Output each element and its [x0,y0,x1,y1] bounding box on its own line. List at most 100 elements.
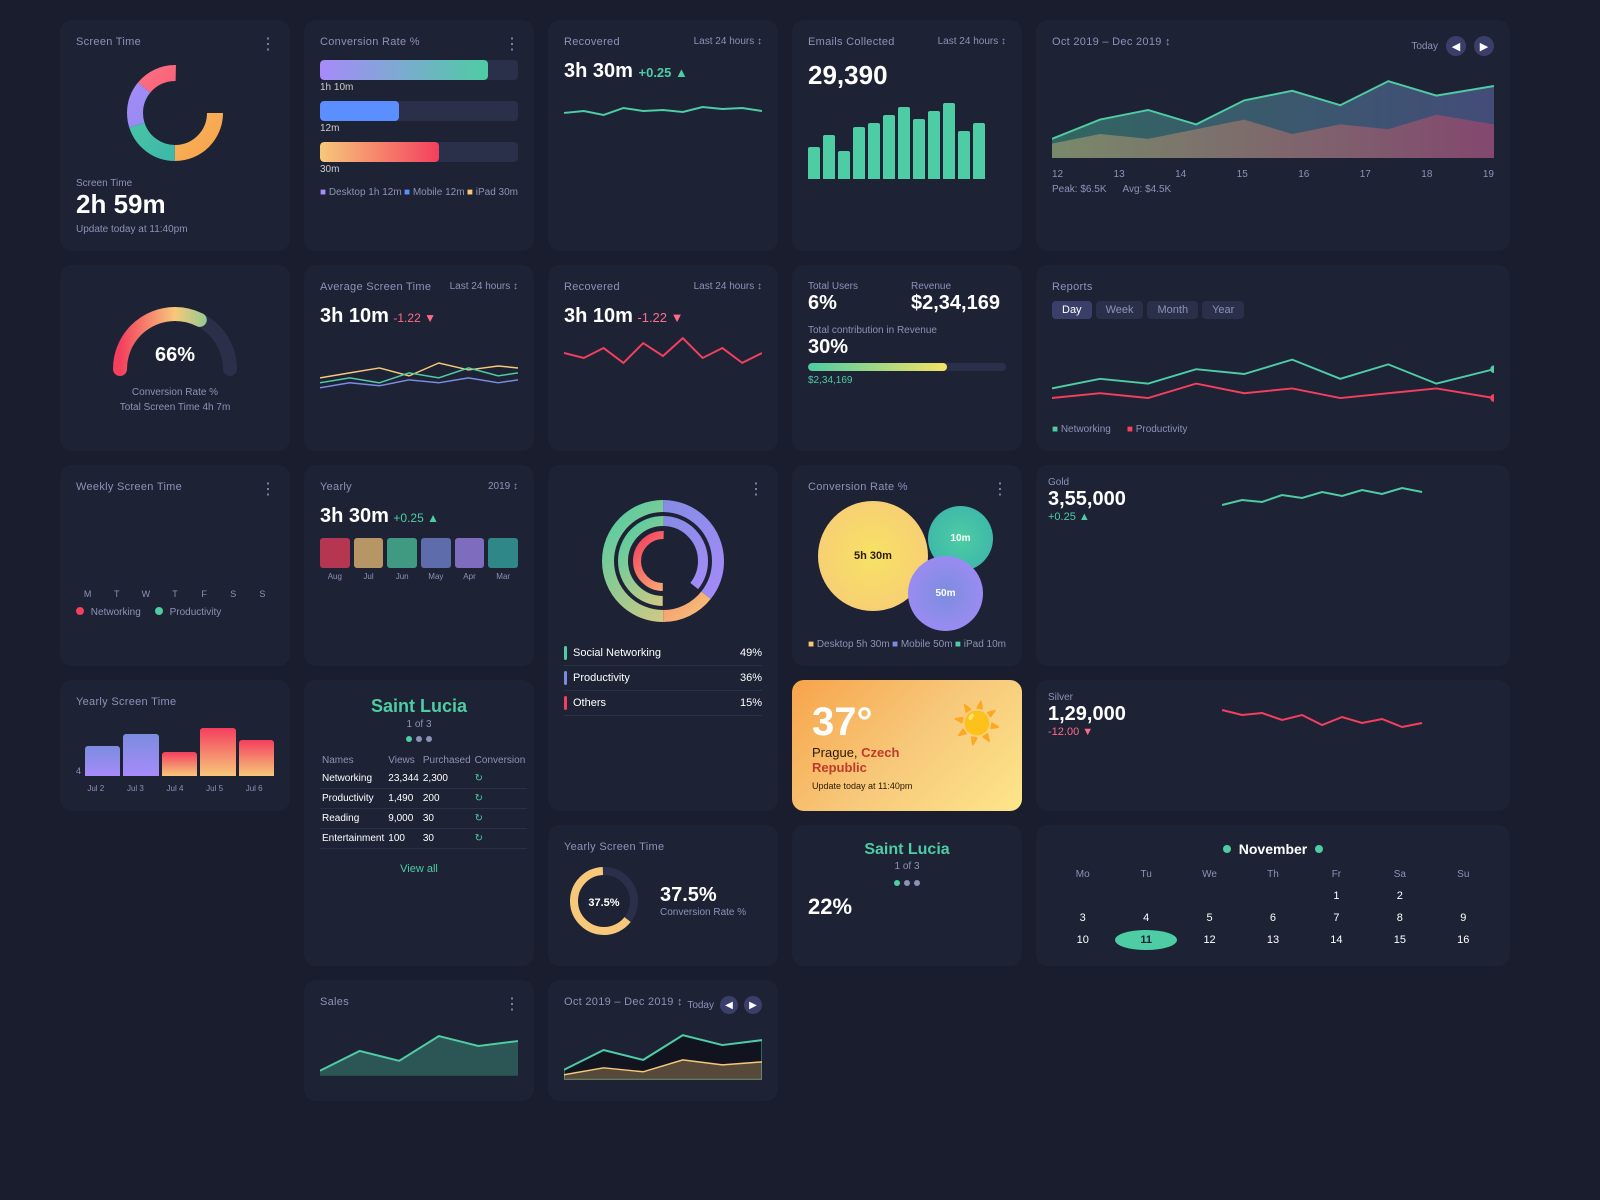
weekly-legend-productivity: Productivity [155,607,221,618]
cal-day-7[interactable]: 7 [1306,908,1367,928]
category-social: Social Networking 49% [564,641,762,666]
cal-empty-5 [1433,886,1494,906]
oct-dec-avg: Avg: $4.5K [1122,184,1171,195]
recovered-2-change: -1.22 ▼ [637,310,683,325]
cal-day-15[interactable]: 15 [1369,930,1430,950]
cal-day-11-today[interactable]: 11 [1115,930,1176,950]
cal-day-5[interactable]: 5 [1179,908,1240,928]
cal-day-13[interactable]: 13 [1242,930,1303,950]
users-revenue-grid: Total Users 6% Revenue $2,34,169 [808,281,1006,315]
yearly-screen-bottom-label: Conversion Rate % [660,907,746,918]
view-all-link[interactable]: View all [400,863,438,875]
productivity-dot: ■ [1127,424,1133,435]
oct-dec-label-19: 19 [1483,169,1494,180]
day-f: F [193,589,216,599]
cal-day-16[interactable]: 16 [1433,930,1494,950]
recovered-1-title: Recovered [564,36,620,48]
silver-sparkline [1146,695,1498,735]
yearly-big-value: 3h 30m [320,505,389,527]
legend-mobile: ■ Mobile 12m [404,187,465,198]
bar-row-2: 12m [320,101,518,134]
bar-track-2 [320,101,518,121]
month-mar: Mar [488,572,518,581]
cal-day-14[interactable]: 14 [1306,930,1367,950]
month-bar-jul [354,538,384,568]
gold-info: Gold 3,55,000 +0.25 ▲ [1048,477,1126,523]
bar-fill-1 [320,60,488,80]
gold-sparkline [1146,480,1498,520]
bubble-menu[interactable]: ⋮ [992,479,1008,499]
conversion-bar-menu[interactable]: ⋮ [504,34,520,54]
yearly-screen-bottom-info: 37.5% Conversion Rate % [660,884,746,918]
cal-day-6[interactable]: 6 [1242,908,1303,928]
cal-day-1[interactable]: 1 [1306,886,1367,906]
sl-networking-icon: ↻ [473,769,528,789]
weekly-menu[interactable]: ⋮ [260,479,276,499]
day-m: M [76,589,99,599]
cal-day-4[interactable]: 4 [1115,908,1176,928]
sl-bottom-dot-2 [904,880,910,886]
screen-time-menu[interactable]: ⋮ [260,34,276,54]
reports-tab-year[interactable]: Year [1202,301,1244,319]
oct-dec-bottom-header: Oct 2019 – Dec 2019 ↕ Today ◀ ▶ [564,996,762,1016]
cal-day-10[interactable]: 10 [1052,930,1113,950]
sales-title: Sales [320,996,518,1008]
emails-last24: Last 24 hours ↕ [938,36,1006,47]
weather-content: 37° Prague, Czech Republic Update today … [812,700,1002,791]
yearly-bar-1 [85,746,120,776]
saint-lucia-dots [320,736,518,742]
reports-legend: ■ Networking ■ Productivity [1052,424,1494,435]
oct-dec-label-13: 13 [1114,169,1125,180]
reports-tab-week[interactable]: Week [1096,301,1144,319]
yearly-axis-top: 4 [76,766,81,776]
donut-big-menu[interactable]: ⋮ [748,479,764,499]
oct-dec-bottom-next[interactable]: ▶ [744,996,762,1014]
cal-day-3[interactable]: 3 [1052,908,1113,928]
social-percent: 49% [740,647,762,659]
cal-header-sa: Sa [1369,865,1430,884]
reports-tab-day[interactable]: Day [1052,301,1092,319]
silver-label: Silver [1048,692,1126,703]
sl-row-entertainment: Entertainment 100 30 ↻ [320,829,527,849]
cal-day-9[interactable]: 9 [1433,908,1494,928]
bubble-mobile-dot: ■ [892,639,898,650]
oct-dec-next[interactable]: ▶ [1474,36,1494,56]
weather-city: Prague, Czech Republic [812,745,952,775]
email-bar-1 [808,147,820,179]
saint-lucia-title: Saint Lucia [320,696,518,717]
sl-row-networking: Networking 23,344 2,300 ↻ [320,769,527,789]
screen-time-card: Screen Time ⋮ [60,20,290,251]
cal-day-2[interactable]: 2 [1369,886,1430,906]
reports-networking-legend: ■ Networking [1052,424,1111,435]
sl-reading-views: 9,000 [386,809,421,829]
others-bar [564,696,567,710]
sl-reading-icon: ↻ [473,809,528,829]
cal-day-8[interactable]: 8 [1369,908,1430,928]
bubble-mobile: 50m [908,556,983,631]
reports-tabs: Day Week Month Year [1052,301,1494,319]
cal-day-12[interactable]: 12 [1179,930,1240,950]
revenue-value: $2,34,169 [911,292,1006,315]
bar-fill-2 [320,101,399,121]
calendar-card: November Mo Tu We Th Fr Sa Su 1 2 3 4 5 … [1036,825,1510,966]
oct-dec-prev[interactable]: ◀ [1446,36,1466,56]
view-all-container: View all [320,859,518,877]
yearly-bar-5 [239,740,274,776]
reports-tab-month[interactable]: Month [1147,301,1198,319]
email-bar-5 [868,123,880,179]
bar-label-3: 30m [320,164,518,175]
sl-ent-icon: ↻ [473,829,528,849]
silver-card: Silver 1,29,000 -12.00 ▼ [1036,680,1510,811]
screen-time-label: Screen Time [76,178,274,189]
oct-dec-bottom-prev[interactable]: ◀ [720,996,738,1014]
cal-header-mo: Mo [1052,865,1113,884]
emails-value: 29,390 [808,60,1006,91]
bar-row-3: 30m [320,142,518,175]
recovered-1-header: Recovered Last 24 hours ↕ [564,36,762,56]
oct-dec-peak: Peak: $6.5K [1052,184,1106,195]
sales-menu[interactable]: ⋮ [504,994,520,1014]
bar-label-1: 1h 10m [320,82,518,93]
sl-bottom-dots [808,880,1006,886]
cal-header-fr: Fr [1306,865,1367,884]
gauge-container: 66% [76,289,274,379]
